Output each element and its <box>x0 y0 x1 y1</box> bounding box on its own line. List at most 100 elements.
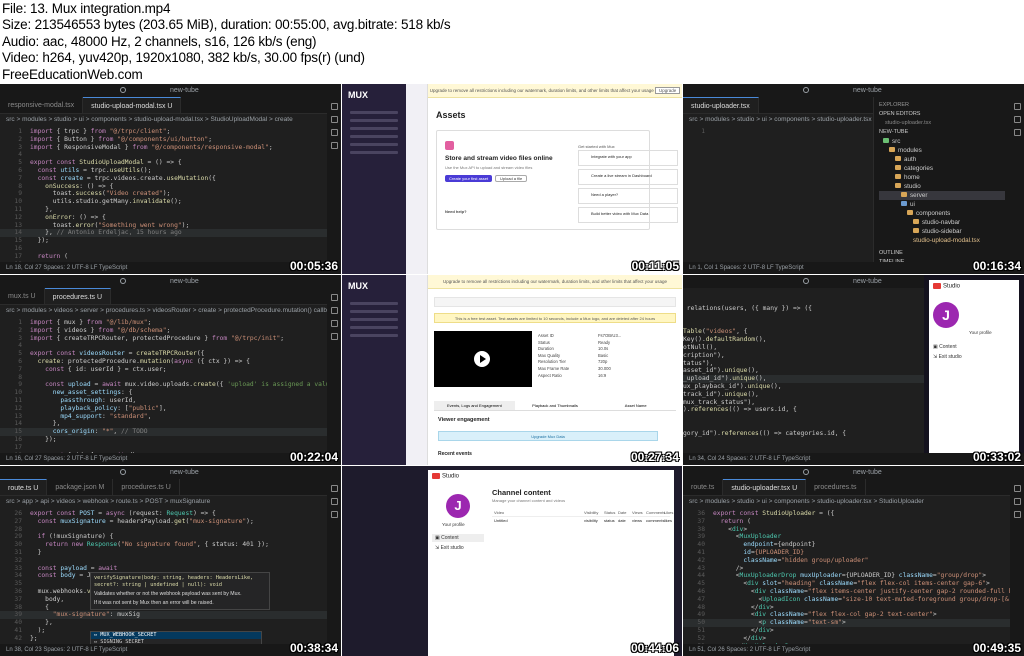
list-item[interactable]: Build better video with Mux Data <box>578 207 678 223</box>
timestamp: 00:33:02 <box>972 450 1021 464</box>
activity-bar <box>327 479 341 644</box>
video-player[interactable] <box>434 331 532 387</box>
search-icon[interactable] <box>330 116 338 123</box>
source-control-icon[interactable] <box>330 129 338 136</box>
tab-playback[interactable]: Playback and Thumbnails <box>515 401 596 410</box>
tab-procedures[interactable]: procedures.ts U <box>44 288 112 304</box>
search-icon[interactable] <box>1013 498 1021 505</box>
studio-brand: Studio <box>432 473 459 480</box>
folder-icon <box>895 165 901 170</box>
code-editor[interactable]: 1 <box>683 128 873 262</box>
tab-asset-name[interactable]: Asset Name <box>595 401 676 410</box>
tab-route[interactable]: route.ts <box>683 479 724 495</box>
tree-item[interactable]: src <box>892 138 900 145</box>
suggest-item[interactable]: ▭ MUX_WEBHOOK_SECRET <box>91 632 261 639</box>
tab-mux[interactable]: mux.ts U <box>0 288 45 304</box>
avatar[interactable]: J <box>933 302 959 328</box>
outline-section[interactable]: OUTLINE <box>879 249 1005 258</box>
folder-icon <box>895 156 901 161</box>
explorer-icon[interactable] <box>1013 103 1021 110</box>
project-root[interactable]: NEW-TUBE <box>879 128 1005 137</box>
tree-item[interactable]: modules <box>898 147 922 154</box>
window-title: new-tube <box>853 469 882 476</box>
upgrade-data-button[interactable]: Upgrade Mux Data <box>438 431 658 441</box>
code-editor[interactable]: 36 export const StudioUploader = ({ 37 re… <box>683 510 1024 656</box>
menu-exit-studio[interactable]: ⇲ Exit studio <box>933 354 962 360</box>
explorer-icon[interactable] <box>330 485 338 492</box>
thumbnail-8: Studio J Your profile ▣ Content ⇲ Exit s… <box>342 466 682 656</box>
list-item[interactable]: Integrate with your app <box>578 150 678 166</box>
search-icon <box>803 278 809 284</box>
youtube-icon <box>432 473 440 479</box>
tree-item[interactable]: auth <box>904 156 916 163</box>
timestamp: 00:22:04 <box>289 450 338 464</box>
avatar[interactable]: J <box>446 494 470 518</box>
tree-item[interactable]: studio-navbar <box>922 219 960 226</box>
youtube-icon <box>933 283 941 289</box>
breadcrumb: src > modules > videos > server > proced… <box>6 307 338 314</box>
page-title: Channel content <box>492 488 551 497</box>
menu-exit-studio[interactable]: ⇲ Exit studio <box>432 544 467 552</box>
upload-file-button[interactable]: Upload a file <box>495 175 528 182</box>
window-title: new-tube <box>853 278 882 285</box>
source-control-icon[interactable] <box>330 511 338 518</box>
folder-icon <box>913 228 919 233</box>
code-editor[interactable]: 1 import { trpc } from "@/trpc/client"; 2… <box>0 128 327 274</box>
tree-item[interactable]: components <box>916 210 950 217</box>
tree-item[interactable]: studio-upload-modal.tsx <box>913 237 980 244</box>
list-item[interactable]: Create a live stream in Dashboard <box>578 169 678 185</box>
tab-events[interactable]: Events, Logs and Engagement <box>434 401 515 410</box>
source-control-icon[interactable] <box>330 320 338 327</box>
list-item[interactable]: Need a player? <box>578 188 678 204</box>
page-title: Assets <box>436 110 466 120</box>
source-control-icon[interactable] <box>1013 129 1021 136</box>
explorer-icon[interactable] <box>330 103 338 110</box>
explorer-icon[interactable] <box>1013 485 1021 492</box>
search-icon <box>803 87 809 93</box>
tree-item[interactable]: studio-sidebar <box>922 228 962 235</box>
source-control-icon[interactable] <box>1013 511 1021 518</box>
tab-studio-uploader[interactable]: studio-uploader.tsx <box>683 97 759 113</box>
menu-content[interactable]: ▣ Content <box>432 534 484 542</box>
file-size: Size: 213546553 bytes (203.65 MiB), dura… <box>2 17 451 32</box>
tab-procedures[interactable]: procedures.ts <box>806 479 866 495</box>
tab-studio-uploader[interactable]: studio-uploader.tsx U <box>723 479 807 495</box>
window-title: new-tube <box>170 469 199 476</box>
explorer-icon[interactable] <box>330 294 338 301</box>
open-editors[interactable]: OPEN EDITORS <box>879 110 1005 119</box>
upgrade-banner: Upgrade to remove all restrictions inclu… <box>428 84 682 98</box>
editor-tabs: responsive-modal.tsx studio-upload-modal… <box>0 97 327 114</box>
tab-responsive-modal[interactable]: responsive-modal.tsx <box>0 97 84 113</box>
activity-bar <box>1010 479 1024 644</box>
open-editor-item[interactable]: studio-uploader.tsx <box>879 119 1005 128</box>
window-title: new-tube <box>170 278 199 285</box>
activity-bar <box>327 288 341 453</box>
search-icon[interactable] <box>330 498 338 505</box>
play-icon[interactable] <box>474 351 490 367</box>
create-asset-button[interactable]: Create your first asset <box>445 175 493 182</box>
editor-tabs: studio-uploader.tsx <box>683 97 884 114</box>
get-started-heading: Get started with Mux <box>578 144 615 149</box>
tab-package-json[interactable]: package.json M <box>47 479 114 495</box>
tab-route[interactable]: route.ts U <box>0 479 48 495</box>
tab-procedures[interactable]: procedures.ts U <box>113 479 180 495</box>
upgrade-button[interactable]: Upgrade <box>655 87 681 94</box>
mux-nav <box>406 84 428 274</box>
breadcrumb: src > modules > studio > ui > components… <box>689 498 924 505</box>
meta-row: Max Frame Rate 30.000 <box>538 365 611 371</box>
code-editor[interactable]: 1 import { mux } from "@/lib/mux"; 2 impor… <box>0 319 341 465</box>
search-icon[interactable] <box>330 307 338 314</box>
menu-content[interactable]: ▣ Content <box>933 344 957 350</box>
code-editor[interactable]: relations(users, ({ many }) => ({ Table(… <box>683 305 924 465</box>
editor-tabs: route.ts studio-uploader.tsx U procedure… <box>683 479 1010 496</box>
table-row[interactable]: Untitled visibility status date views comment… <box>492 518 672 525</box>
tree-item[interactable]: server <box>910 192 928 199</box>
tab-studio-upload-modal[interactable]: studio-upload-modal.tsx U <box>83 97 182 113</box>
search-icon[interactable] <box>1013 116 1021 123</box>
extensions-icon[interactable] <box>330 333 338 340</box>
extensions-icon[interactable] <box>330 142 338 149</box>
tree-item[interactable]: studio <box>904 183 921 190</box>
tree-item[interactable]: ui <box>910 201 915 208</box>
tree-item[interactable]: categories <box>904 165 933 172</box>
tree-item[interactable]: home <box>904 174 920 181</box>
